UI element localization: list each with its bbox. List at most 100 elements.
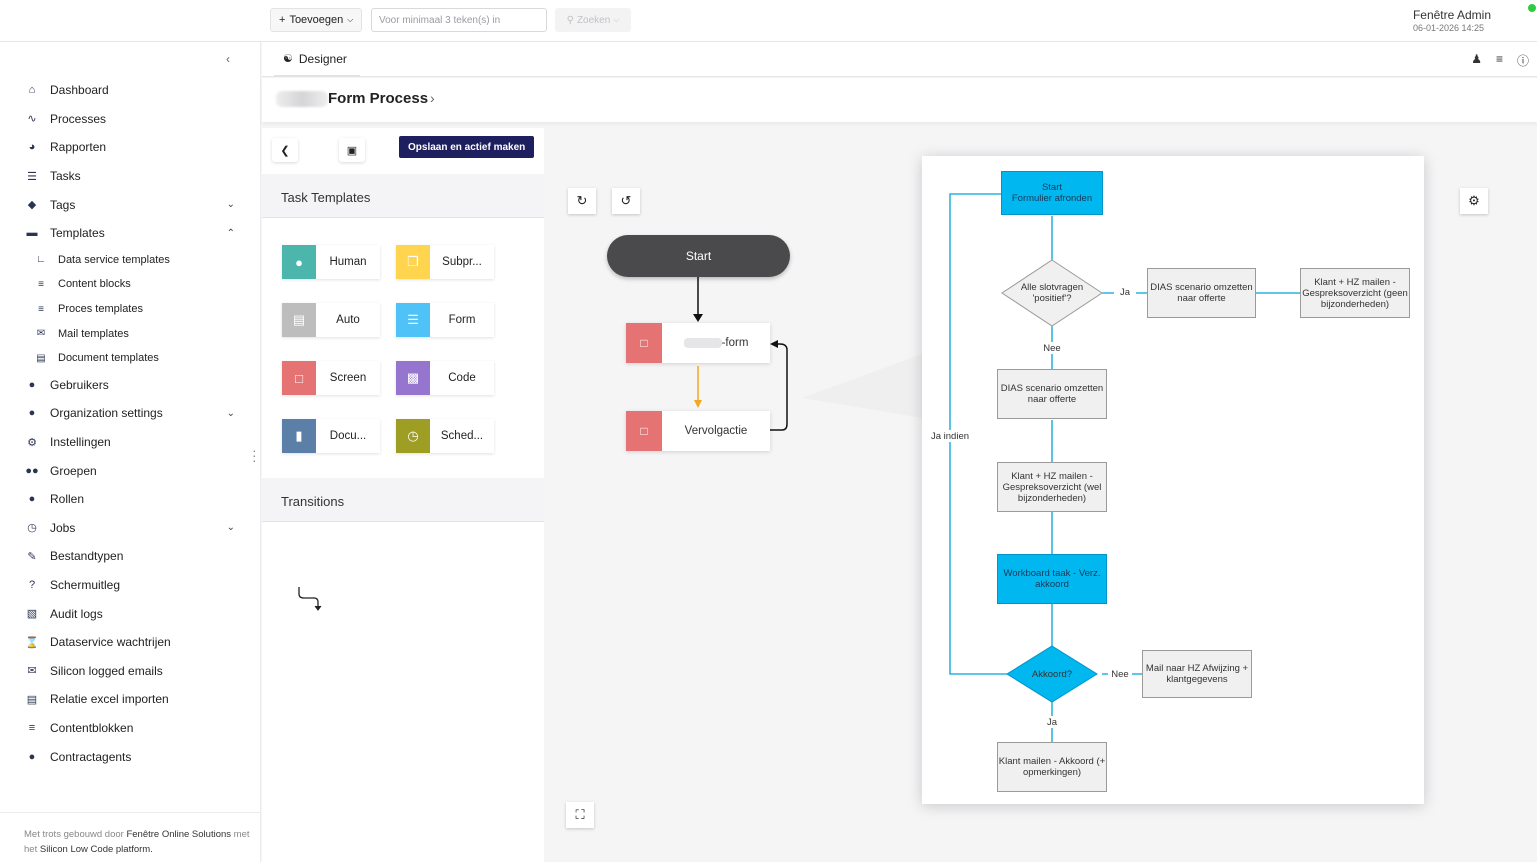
sidebar-item-tasks[interactable]: ☰ Tasks xyxy=(0,162,261,191)
sidebar-item-document-templates[interactable]: ▤ Document templates xyxy=(0,346,261,371)
resize-handle-icon[interactable]: · · · xyxy=(252,443,257,467)
sidebar-item-bestandtypen[interactable]: ✎ Bestandtypen xyxy=(0,542,261,571)
sidebar-footer: Met trots gebouwd door Fenêtre Online So… xyxy=(0,812,261,862)
blurred-text xyxy=(683,337,722,348)
chevron-up-icon: ⌃ xyxy=(226,227,235,239)
sidebar-item-dashboard[interactable]: ⌂ Dashboard xyxy=(0,76,261,105)
user-icon: ● xyxy=(282,245,316,279)
sidebar-item-groepen[interactable]: ●● Groepen xyxy=(0,456,261,485)
sidebar-item-organization-settings[interactable]: ● Organization settings ⌄ xyxy=(0,399,261,428)
template-auto[interactable]: ▤ Auto xyxy=(282,303,380,337)
sidebar-item-content-blocks[interactable]: ≡ Content blocks xyxy=(0,272,261,297)
task-node-label: Vervolgactie xyxy=(684,425,748,437)
floppy-disk-icon: ▣ xyxy=(346,144,358,157)
back-button[interactable]: ❮ xyxy=(272,138,298,162)
sidebar-item-data-service-templates[interactable]: ∟ Data service templates xyxy=(0,248,261,273)
template-label: Human xyxy=(329,256,367,268)
chart-icon: ∿ xyxy=(27,113,37,126)
template-screen[interactable]: □ Screen xyxy=(282,361,380,395)
tab-designer[interactable]: ☯ Designer xyxy=(274,42,360,77)
template-label: Form xyxy=(448,314,476,326)
template-code[interactable]: ▩ Code xyxy=(396,361,494,395)
sidebar-item-label: Document templates xyxy=(58,352,159,365)
sidebar-item-schermuitleg[interactable]: ? Schermuitleg xyxy=(0,571,261,600)
fc-label-nee-2: Nee xyxy=(1108,668,1132,680)
sidebar-item-instellingen[interactable]: ⚙ Instellingen xyxy=(0,428,261,457)
fc-label-nee: Nee xyxy=(1038,342,1066,354)
users-icon: ●● xyxy=(25,464,39,477)
user-menu[interactable]: Fenêtre Admin 06-01-2026 14:25 xyxy=(1413,8,1491,33)
chevron-down-icon: ⌄ xyxy=(226,199,235,211)
template-document[interactable]: ▮ Docu... xyxy=(282,419,380,453)
sidebar-item-rollen[interactable]: ● Rollen xyxy=(0,485,261,514)
top-bar: + Toevoegen ⌵ ⚲ Zoeken ⌵ Fenêtre Admin 0… xyxy=(0,0,1537,42)
task-node-form-label: -form xyxy=(721,337,749,349)
sidebar-item-audit-logs[interactable]: ▧ Audit logs xyxy=(0,599,261,628)
users-cog-icon[interactable]: ♟ xyxy=(1471,52,1482,69)
transition-arrow-icon[interactable] xyxy=(298,586,328,616)
plus-icon: + xyxy=(279,14,286,26)
save-and-activate-button[interactable]: Opslaan en actief maken xyxy=(399,136,535,158)
sidebar-item-label: Content blocks xyxy=(58,278,131,291)
copy-icon: ❐ xyxy=(396,245,430,279)
clock-icon: ◷ xyxy=(27,522,37,535)
save-button[interactable]: ▣ xyxy=(339,138,365,162)
chevron-right-icon[interactable]: › xyxy=(430,90,435,106)
info-icon[interactable]: ⓘ xyxy=(1517,52,1529,69)
chevron-down-icon: ⌵ xyxy=(613,15,620,24)
import-icon: ▤ xyxy=(26,693,38,706)
sliders-icon[interactable]: ≡ xyxy=(1496,52,1503,69)
sidebar-item-label: Templates xyxy=(50,226,105,241)
sidebar-item-proces-templates[interactable]: ≡ Proces templates xyxy=(0,297,261,322)
document-icon: ▮ xyxy=(282,419,316,453)
template-label: Code xyxy=(448,372,476,384)
start-node[interactable]: Start xyxy=(607,235,790,277)
sidebar-item-gebruikers[interactable]: ● Gebruikers xyxy=(0,371,261,400)
collapse-sidebar-icon[interactable]: ‹ xyxy=(226,52,230,66)
sidebar-item-tags[interactable]: ◆ Tags ⌄ xyxy=(0,190,261,219)
online-status-dot xyxy=(1528,4,1536,12)
layers-icon: ≡ xyxy=(28,721,36,734)
file-icon: ▤ xyxy=(36,352,46,364)
sidebar-item-contentblokken[interactable]: ≡ Contentblokken xyxy=(0,714,261,743)
layers-icon: ≡ xyxy=(38,278,44,290)
search-button[interactable]: ⚲ Zoeken ⌵ xyxy=(555,8,631,32)
loop-arrowhead xyxy=(770,340,778,348)
sidebar-nav: ⌂ Dashboard ∿ Processes ◕ Rapporten ☰ Tasks … xyxy=(0,76,261,771)
template-schedule[interactable]: ◷ Sched... xyxy=(396,419,494,453)
chevron-down-icon: ⌵ xyxy=(347,15,354,24)
sidebar-item-relatie-excel-importen[interactable]: ▤ Relatie excel importen xyxy=(0,685,261,714)
template-label: Subpr... xyxy=(442,256,482,268)
sidebar-item-label: Mail templates xyxy=(58,327,129,340)
sidebar-item-label: Data service templates xyxy=(58,253,170,266)
sidebar-item-silicon-logged-emails[interactable]: ✉ Silicon logged emails xyxy=(0,656,261,685)
user-icon: ● xyxy=(28,378,36,391)
template-human[interactable]: ● Human xyxy=(282,245,380,279)
sidebar-item-jobs[interactable]: ◷ Jobs ⌄ xyxy=(0,514,261,543)
designer-canvas[interactable]: ↻ ↺ ⚙ ⛶ Start □ -form □ Vervolgactie Sta… xyxy=(544,128,1537,862)
template-subprocess[interactable]: ❐ Subpr... xyxy=(396,245,494,279)
sidebar-item-mail-templates[interactable]: ✉ Mail templates xyxy=(0,321,261,346)
sidebar-item-dataservice-wachtrijen[interactable]: ⌛ Dataservice wachtrijen xyxy=(0,628,261,657)
chevron-left-icon: ❮ xyxy=(280,144,290,157)
search-input[interactable] xyxy=(371,8,547,32)
task-node-vervolgactie[interactable]: □ Vervolgactie xyxy=(626,411,770,451)
sidebar-item-label: Gebruikers xyxy=(50,377,109,392)
task-templates-header: Task Templates xyxy=(262,174,544,218)
template-form[interactable]: ☰ Form xyxy=(396,303,494,337)
chevron-down-icon: ⌄ xyxy=(226,522,235,534)
sidebar-item-rapporten[interactable]: ◕ Rapporten xyxy=(0,133,261,162)
sidebar-item-contractagents[interactable]: ● Contractagents xyxy=(0,742,261,771)
sidebar-item-processes[interactable]: ∿ Processes xyxy=(0,105,261,134)
task-node-form[interactable]: □ -form xyxy=(626,323,770,363)
sidebar-item-label: Relatie excel importen xyxy=(50,692,169,707)
user-date: 06-01-2026 14:25 xyxy=(1412,23,1485,33)
template-label: Screen xyxy=(329,372,367,384)
add-button[interactable]: + Toevoegen ⌵ xyxy=(270,8,363,32)
sidebar-item-label: Contentblokken xyxy=(50,720,134,735)
fc-start-node: Start Formulier afronden xyxy=(1001,171,1103,215)
sidebar-item-label: Bestandtypen xyxy=(50,549,124,564)
sidebar-item-templates[interactable]: ▬ Templates ⌃ xyxy=(0,219,261,248)
fc-label-ja-2: Ja xyxy=(1042,716,1062,728)
designer-icon: ☯ xyxy=(283,53,293,65)
